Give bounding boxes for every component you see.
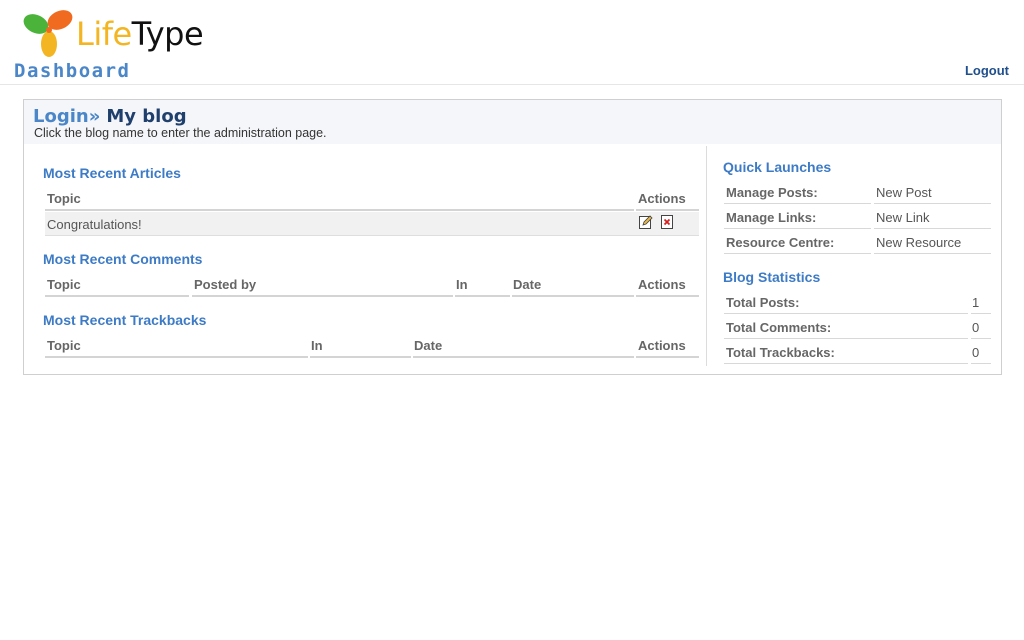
articles-header-line xyxy=(636,209,699,211)
stat-value-trackbacks: 0 xyxy=(972,345,980,360)
row-divider xyxy=(874,228,991,229)
breadcrumb-blog-name[interactable]: My blog xyxy=(106,106,186,127)
articles-header-line xyxy=(45,209,634,211)
comments-header-posted-by: Posted by xyxy=(194,277,257,292)
comments-header-actions: Actions xyxy=(638,277,686,292)
quick-label-links: Manage Links: xyxy=(726,210,817,225)
trackbacks-header-actions: Actions xyxy=(638,338,686,353)
stat-value-posts: 1 xyxy=(972,295,980,310)
new-post-link[interactable]: New Post xyxy=(876,185,932,200)
breadcrumb-separator: » xyxy=(88,106,101,127)
comments-title: Most Recent Comments xyxy=(43,251,203,267)
quick-label-posts: Manage Posts: xyxy=(726,185,818,200)
articles-title: Most Recent Articles xyxy=(43,165,181,181)
new-link-link[interactable]: New Link xyxy=(876,210,929,225)
page-title: Dashboard xyxy=(14,60,131,82)
trackbacks-header-in: In xyxy=(311,338,323,353)
app-name-part2: Type xyxy=(131,15,204,53)
comments-header-line xyxy=(636,295,699,297)
row-divider xyxy=(874,203,991,204)
row-divider xyxy=(724,253,871,254)
comments-header-date: Date xyxy=(513,277,542,292)
trackbacks-header-date: Date xyxy=(414,338,443,353)
comments-header-line xyxy=(455,295,510,297)
app-name-part1: Life xyxy=(76,15,132,53)
comments-header-line xyxy=(192,295,453,297)
dashboard-panel: Login» My blog Click the blog name to ent… xyxy=(23,99,1002,375)
row-divider xyxy=(724,363,968,364)
trackbacks-header-topic: Topic xyxy=(47,338,81,353)
row-divider xyxy=(874,253,991,254)
column-divider xyxy=(706,146,707,366)
trackbacks-title: Most Recent Trackbacks xyxy=(43,312,207,328)
quick-label-resources: Resource Centre: xyxy=(726,235,835,250)
articles-header-topic: Topic xyxy=(47,191,81,206)
stat-label-comments: Total Comments: xyxy=(726,320,832,335)
row-divider xyxy=(971,338,991,339)
row-divider xyxy=(45,235,699,236)
row-divider xyxy=(724,338,968,339)
trackbacks-header-line xyxy=(636,356,699,358)
row-divider xyxy=(971,313,991,314)
row-divider xyxy=(724,228,871,229)
trackbacks-header-line xyxy=(413,356,634,358)
row-divider xyxy=(971,363,991,364)
instructions-text: Click the blog name to enter the adminis… xyxy=(34,126,327,140)
row-divider xyxy=(724,313,968,314)
table-row xyxy=(45,212,699,235)
stat-label-posts: Total Posts: xyxy=(726,295,800,310)
comments-header-line xyxy=(45,295,189,297)
header: LifeType Dashboard Logout xyxy=(0,0,1024,85)
trackbacks-header-line xyxy=(45,356,308,358)
trackbacks-header-line xyxy=(310,356,411,358)
comments-header-topic: Topic xyxy=(47,277,81,292)
breadcrumb: Login» My blog xyxy=(33,106,187,127)
article-topic-link[interactable]: Congratulations! xyxy=(47,217,142,232)
edit-icon[interactable] xyxy=(639,215,653,229)
new-resource-link[interactable]: New Resource xyxy=(876,235,961,250)
lifetype-logo-icon xyxy=(23,10,73,57)
breadcrumb-login-link[interactable]: Login xyxy=(33,106,89,127)
app-name: LifeType xyxy=(76,15,204,53)
comments-header-line xyxy=(512,295,634,297)
stat-value-comments: 0 xyxy=(972,320,980,335)
blog-statistics-title: Blog Statistics xyxy=(723,269,821,285)
comments-header-in: In xyxy=(456,277,468,292)
delete-icon[interactable] xyxy=(660,215,674,229)
logout-link[interactable]: Logout xyxy=(965,63,1009,78)
stat-label-trackbacks: Total Trackbacks: xyxy=(726,345,835,360)
articles-header-actions: Actions xyxy=(638,191,686,206)
quick-launches-title: Quick Launches xyxy=(723,159,832,175)
panel-header: Login» My blog Click the blog name to ent… xyxy=(24,100,1001,144)
row-divider xyxy=(724,203,871,204)
